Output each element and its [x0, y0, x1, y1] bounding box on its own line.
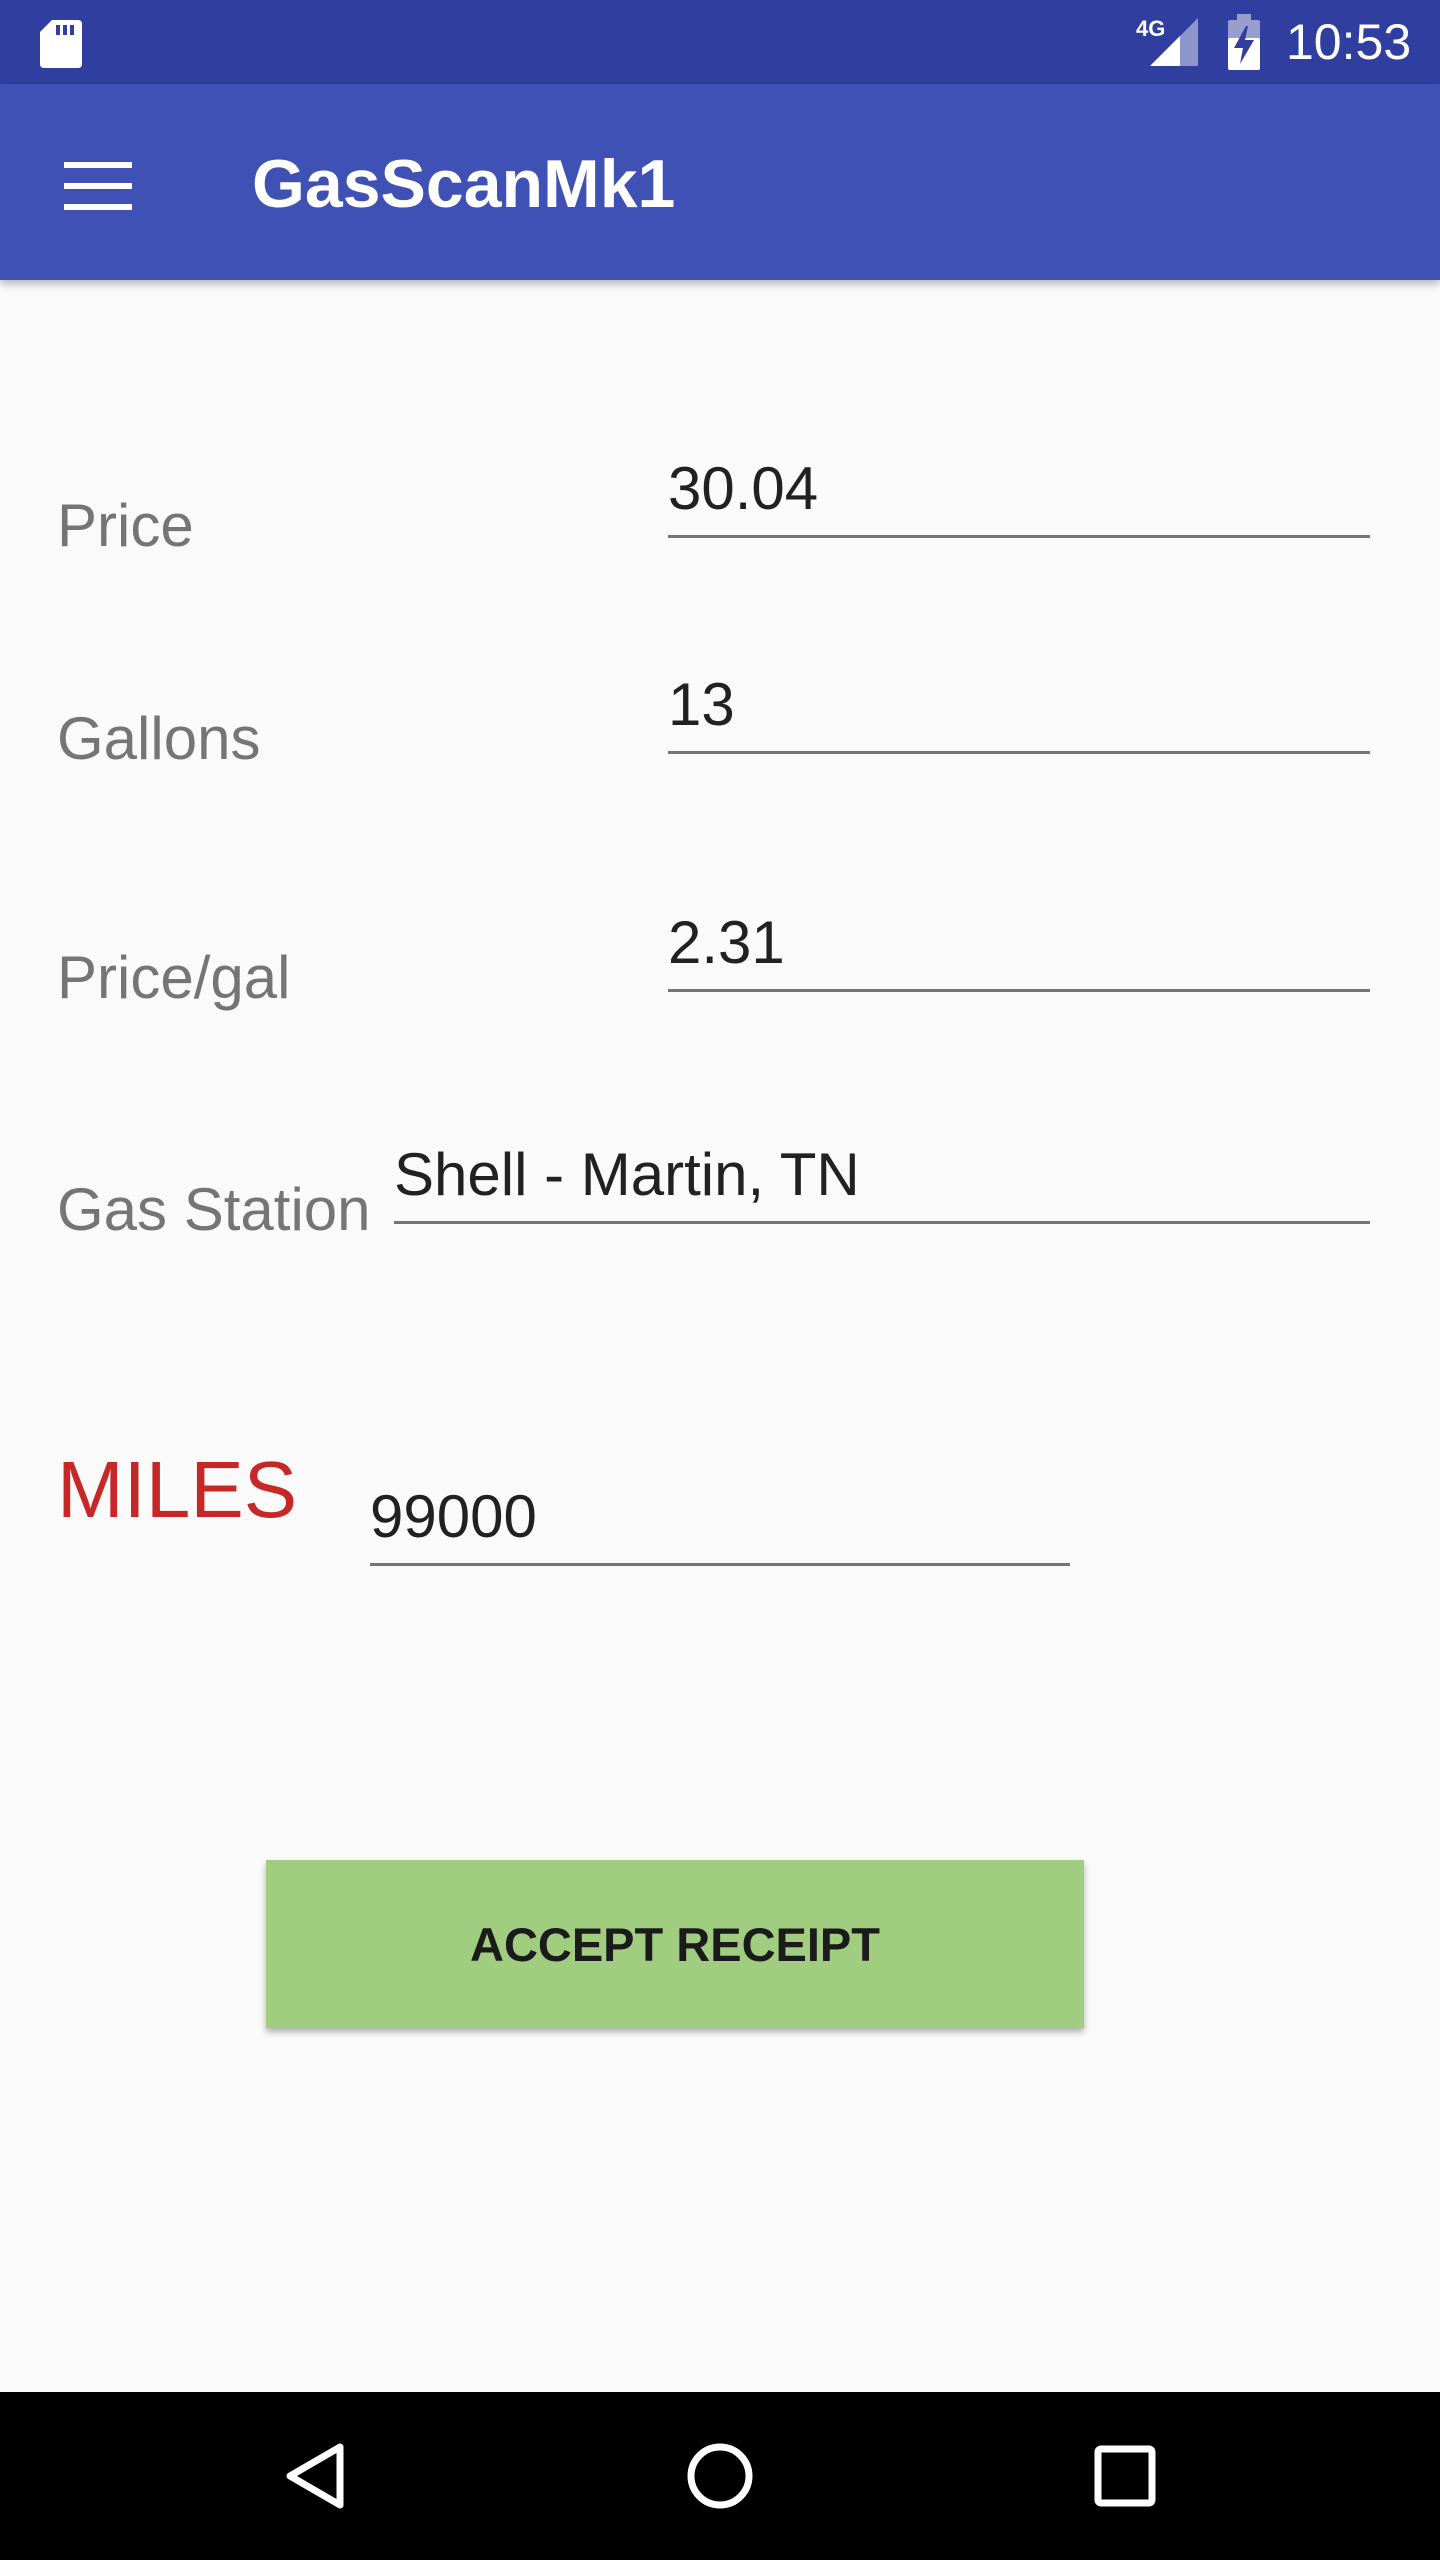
gas-station-input[interactable] [394, 1124, 1370, 1224]
gas-station-label: Gas Station [57, 1176, 371, 1243]
app-title: GasScanMk1 [252, 146, 676, 222]
miles-label: MILES [57, 1445, 298, 1534]
back-button[interactable] [266, 2426, 366, 2526]
gallons-label: Gallons [57, 705, 261, 772]
battery-charging-icon [1228, 14, 1260, 70]
sd-card-icon [40, 20, 82, 68]
price-per-gal-input[interactable] [668, 892, 1370, 992]
menu-button[interactable] [40, 138, 156, 234]
navigation-bar [0, 2392, 1440, 2560]
price-label: Price [57, 492, 194, 559]
home-button[interactable] [670, 2426, 770, 2526]
status-time: 10:53 [1286, 14, 1412, 70]
hamburger-menu-icon [64, 162, 132, 210]
home-icon [687, 2443, 753, 2509]
back-icon [286, 2443, 344, 2509]
network-type-label: 4G [1136, 16, 1165, 41]
app-bar: GasScanMk1 [0, 84, 1440, 280]
price-per-gal-label: Price/gal [57, 944, 291, 1011]
status-bar: 4G 10:53 [0, 0, 1440, 84]
price-input[interactable] [668, 438, 1370, 538]
cell-signal-icon: 4G [1136, 16, 1198, 66]
accept-receipt-button[interactable]: ACCEPT RECEIPT [266, 1860, 1084, 2028]
recents-button[interactable] [1075, 2426, 1175, 2526]
recents-icon [1094, 2445, 1156, 2507]
miles-input[interactable] [370, 1466, 1070, 1566]
gallons-input[interactable] [668, 654, 1370, 754]
